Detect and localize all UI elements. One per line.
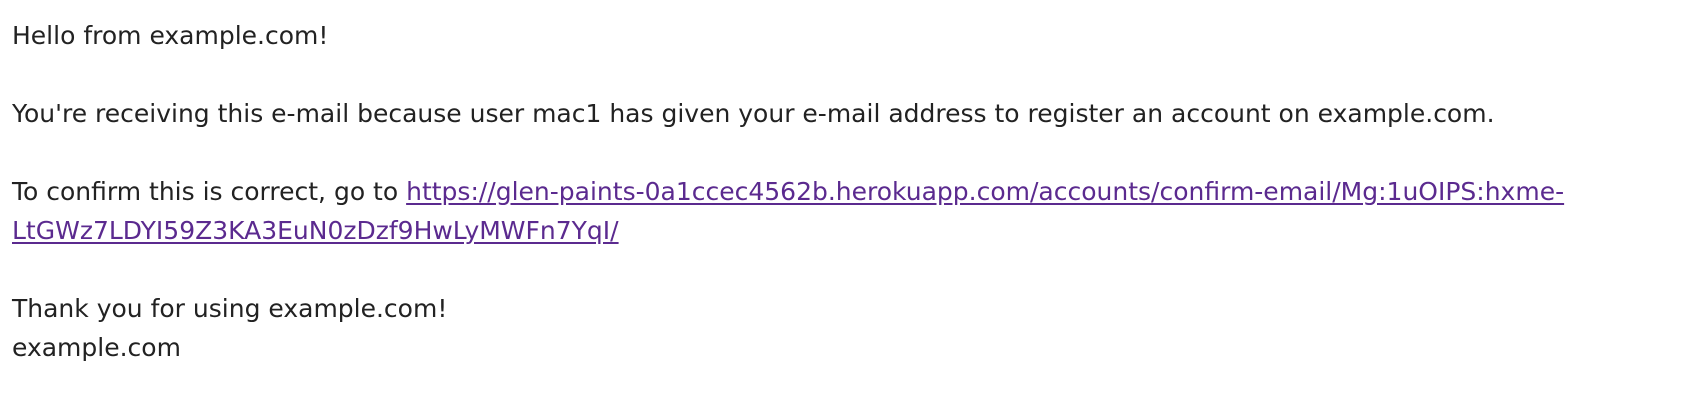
thanks-text: Thank you for using example.com!: [12, 294, 448, 323]
email-body: Hello from example.com! You're receiving…: [12, 16, 1672, 367]
confirm-line-1: To confirm this is correct, go to https:…: [12, 172, 1672, 211]
greeting-label: Hello from example.com!: [12, 21, 329, 50]
confirm-prefix: To confirm this is correct, go to: [12, 177, 407, 206]
signature-text: example.com: [12, 333, 181, 362]
message-text: You're receiving this e-mail because use…: [12, 94, 1672, 133]
message-label: You're receiving this e-mail because use…: [12, 99, 1495, 128]
closing-paragraph: Thank you for using example.com! example…: [12, 289, 1672, 367]
confirm-paragraph: To confirm this is correct, go to https:…: [12, 172, 1672, 250]
confirm-email-link[interactable]: https://glen-paints-0a1ccec4562b.herokua…: [406, 177, 1564, 206]
confirm-email-link-continued[interactable]: LtGWz7LDYI59Z3KA3EuN0zDzf9HwLyMWFn7YqI/: [12, 216, 619, 245]
greeting-text: Hello from example.com!: [12, 16, 1672, 55]
confirm-line-2: LtGWz7LDYI59Z3KA3EuN0zDzf9HwLyMWFn7YqI/: [12, 211, 1672, 250]
